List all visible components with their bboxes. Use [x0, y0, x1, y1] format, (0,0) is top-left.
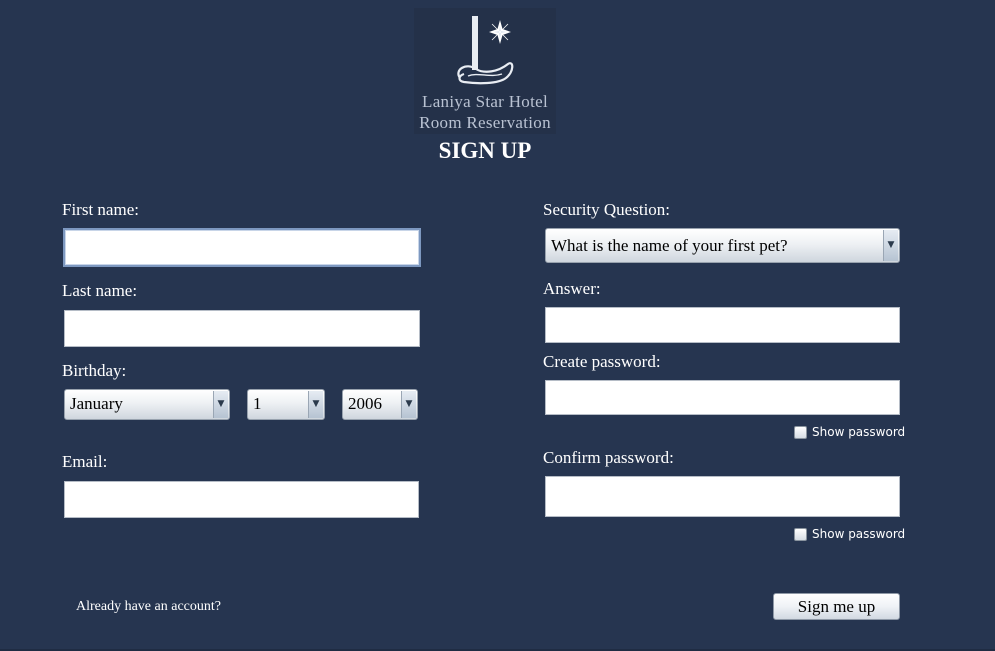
create-password-input[interactable]: [545, 380, 900, 415]
show-password-label-1: Show password: [812, 425, 906, 439]
birthday-month-value: January: [70, 394, 123, 413]
show-password-checkbox-2[interactable]: [794, 528, 807, 541]
hotel-logo: Laniya Star Hotel Room Reservation: [414, 8, 556, 134]
sign-up-button[interactable]: Sign me up: [773, 593, 900, 620]
birthday-year-value: 2006: [348, 394, 382, 413]
chevron-down-icon[interactable]: ▼: [401, 391, 416, 418]
birthday-day-value: 1: [253, 394, 262, 413]
hotel-subtitle: Room Reservation: [419, 113, 551, 132]
show-password-toggle-2[interactable]: Show password: [794, 527, 905, 541]
last-name-input[interactable]: [64, 310, 420, 347]
create-password-label: Create password:: [543, 352, 661, 371]
email-input[interactable]: [64, 481, 419, 518]
security-question-label: Security Question:: [543, 200, 671, 219]
show-password-toggle-1[interactable]: Show password: [794, 425, 905, 439]
birthday-month-select[interactable]: January ▼: [64, 389, 230, 420]
chevron-down-icon[interactable]: ▼: [213, 391, 228, 418]
birthday-label: Birthday:: [62, 361, 127, 380]
security-question-value: What is the name of your first pet?: [551, 236, 788, 255]
first-name-label: First name:: [62, 200, 139, 219]
first-name-input[interactable]: [63, 228, 421, 267]
birthday-year-select[interactable]: 2006 ▼: [342, 389, 418, 420]
birthday-day-select[interactable]: 1 ▼: [247, 389, 325, 420]
show-password-label-2: Show password: [812, 527, 906, 541]
chevron-down-icon[interactable]: ▼: [883, 230, 898, 261]
show-password-checkbox-1[interactable]: [794, 426, 807, 439]
chevron-down-icon[interactable]: ▼: [308, 391, 323, 418]
last-name-label: Last name:: [62, 281, 138, 300]
confirm-password-label: Confirm password:: [543, 448, 674, 467]
confirm-password-input[interactable]: [545, 476, 900, 517]
answer-label: Answer:: [543, 279, 601, 298]
hotel-name: Laniya Star Hotel: [422, 92, 548, 111]
star-logo-icon: [457, 16, 514, 85]
answer-input[interactable]: [545, 307, 900, 343]
already-have-account-link[interactable]: Already have an account?: [76, 599, 221, 615]
security-question-select[interactable]: What is the name of your first pet? ▼: [545, 228, 900, 263]
page-title: SIGN UP: [438, 138, 532, 163]
email-label: Email:: [62, 452, 108, 471]
